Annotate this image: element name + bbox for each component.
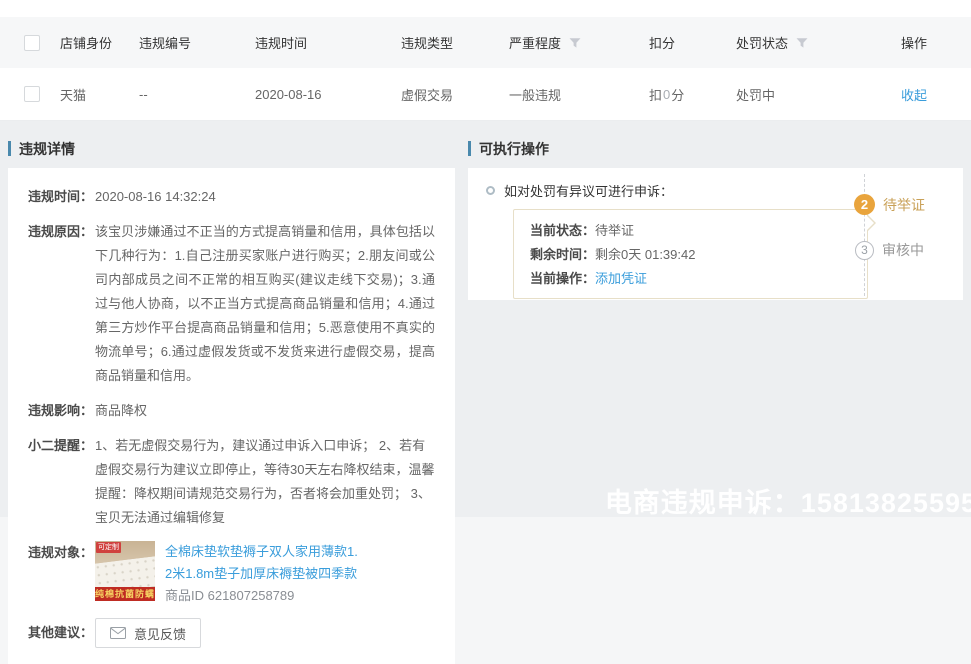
reminder-value: 1、若无虚假交易行为，建议通过申诉入口申诉； 2、若有虚假交易行为建议立即停止，… xyxy=(95,434,435,530)
title-accent-bar xyxy=(468,141,471,156)
current-status-label: 当前状态： xyxy=(530,219,595,243)
current-action-line: 当前操作： 添加凭证 xyxy=(530,267,867,291)
row-shop-identity: 天猫 xyxy=(60,85,139,104)
impact-label: 违规影响： xyxy=(28,399,95,423)
product-image[interactable]: 可定制 纯棉抗菌防螨 xyxy=(95,541,155,601)
title-accent-bar xyxy=(8,141,11,156)
impact-value: 商品降权 xyxy=(95,399,435,423)
page: 店铺身份 违规编号 违规时间 违规类型 严重程度 扣分 处罚状态 操作 天猫 xyxy=(0,0,971,536)
current-action-label: 当前操作： xyxy=(530,267,595,291)
time-value: 2020-08-16 14:32:24 xyxy=(95,185,435,209)
header-deduction: 扣分 xyxy=(649,33,736,52)
step-3-circle: 3 xyxy=(855,241,874,260)
product-badge-bottom: 纯棉抗菌防螨 xyxy=(95,587,155,601)
detail-row-impact: 违规影响： 商品降权 xyxy=(28,399,435,423)
reminder-label: 小二提醒： xyxy=(28,434,95,530)
deduction-value: 0 xyxy=(662,87,671,102)
add-evidence-link[interactable]: 添加凭证 xyxy=(595,267,647,291)
product-info: 全棉床垫软垫褥子双人家用薄款1. 2米1.8m垫子加厚床褥垫被四季款 商品ID 6… xyxy=(165,541,358,607)
header-severity: 严重程度 xyxy=(509,33,561,52)
severity-filter-icon[interactable] xyxy=(569,37,581,49)
violation-details-panel: 违规详情 违规时间： 2020-08-16 14:32:24 违规原因： 该宝贝… xyxy=(8,140,455,664)
header-penalty-status-cell: 处罚状态 xyxy=(736,33,879,52)
row-checkbox[interactable] xyxy=(24,86,40,102)
violation-object: 可定制 纯棉抗菌防螨 全棉床垫软垫褥子双人家用薄款1. 2米1.8m垫子加厚床褥垫… xyxy=(95,541,435,607)
row-severity: 一般违规 xyxy=(509,85,649,104)
product-badge-top: 可定制 xyxy=(96,542,121,553)
step-2-label: 待举证 xyxy=(883,195,925,215)
executable-actions-box: 如对处罚有异议可进行申诉： 当前状态： 待举证 剩余时间： 剩余0天 01:39… xyxy=(468,168,963,300)
step-3-label: 审核中 xyxy=(882,240,924,260)
current-status-value: 待举证 xyxy=(595,219,634,243)
product-title-line1: 全棉床垫软垫褥子双人家用薄款1. xyxy=(165,544,358,559)
violation-details-title-text: 违规详情 xyxy=(19,139,75,159)
header-action: 操作 xyxy=(879,33,971,52)
object-label: 违规对象： xyxy=(28,541,95,607)
detail-row-time: 违规时间： 2020-08-16 14:32:24 xyxy=(28,185,435,209)
reason-value: 该宝贝涉嫌通过不正当的方式提高销量和信用，具体包括以下几种行为：1.自己注册买家… xyxy=(95,220,435,388)
detail-row-suggestion: 其他建议： 意见反馈 xyxy=(28,618,435,648)
executable-actions-title-text: 可执行操作 xyxy=(479,139,549,159)
reason-label: 违规原因： xyxy=(28,220,95,388)
row-penalty-status: 处罚中 xyxy=(736,85,879,104)
product-title-link[interactable]: 全棉床垫软垫褥子双人家用薄款1. 2米1.8m垫子加厚床褥垫被四季款 xyxy=(165,541,358,585)
remaining-time-label: 剩余时间： xyxy=(530,243,595,267)
remaining-time-value: 剩余0天 01:39:42 xyxy=(595,243,695,267)
detail-row-reason: 违规原因： 该宝贝涉嫌通过不正当的方式提高销量和信用，具体包括以下几种行为：1.… xyxy=(28,220,435,388)
appeal-hint-text: 如对处罚有异议可进行申诉： xyxy=(504,181,673,200)
collapse-link[interactable]: 收起 xyxy=(901,85,927,104)
executable-actions-title: 可执行操作 xyxy=(468,140,963,157)
header-shop-identity: 店铺身份 xyxy=(60,33,139,52)
detail-row-reminder: 小二提醒： 1、若无虚假交易行为，建议通过申诉入口申诉； 2、若有虚假交易行为建… xyxy=(28,434,435,530)
penalty-status-filter-icon[interactable] xyxy=(796,37,808,49)
header-violation-time: 违规时间 xyxy=(255,33,401,52)
appeal-timeline: 2 待举证 3 审核中 xyxy=(854,174,954,296)
suggestion-value: 意见反馈 xyxy=(95,618,435,648)
header-severity-cell: 严重程度 xyxy=(509,33,649,52)
deduction-suffix: 分 xyxy=(671,85,684,104)
timeline-step-awaiting-evidence: 2 待举证 xyxy=(854,194,925,215)
row-violation-no: -- xyxy=(139,87,255,102)
header-violation-type: 违规类型 xyxy=(401,33,509,52)
timeline-step-under-review: 3 审核中 xyxy=(855,240,924,260)
violation-details-box: 违规时间： 2020-08-16 14:32:24 违规原因： 该宝贝涉嫌通过不… xyxy=(8,168,455,664)
product-id: 商品ID 621807258789 xyxy=(165,588,294,603)
time-label: 违规时间： xyxy=(28,185,95,209)
violation-details-title: 违规详情 xyxy=(8,140,455,157)
row-violation-type: 虚假交易 xyxy=(401,85,509,104)
product-title-line2: 2米1.8m垫子加厚床褥垫被四季款 xyxy=(165,566,357,581)
remaining-time-line: 剩余时间： 剩余0天 01:39:42 xyxy=(530,243,867,267)
step-2-circle: 2 xyxy=(854,194,875,215)
feedback-button-label: 意见反馈 xyxy=(134,624,186,643)
executable-actions-panel: 可执行操作 如对处罚有异议可进行申诉： 当前状态： 待举证 剩余时间： 剩余0天… xyxy=(468,140,963,300)
detail-row-object: 违规对象： 可定制 纯棉抗菌防螨 全棉床垫软垫褥子双人家用薄款1. 2米1.8m垫… xyxy=(28,541,435,607)
row-violation-time: 2020-08-16 xyxy=(255,87,401,102)
timeline-dashed-line xyxy=(864,174,865,296)
feedback-button[interactable]: 意见反馈 xyxy=(95,618,201,648)
watermark-text: 电商违规申诉：15813825595 xyxy=(605,481,971,520)
table-header-row: 店铺身份 违规编号 违规时间 违规类型 严重程度 扣分 处罚状态 操作 xyxy=(0,17,971,68)
table-row: 天猫 -- 2020-08-16 虚假交易 一般违规 扣0分 处罚中 收起 xyxy=(0,68,971,121)
suggestion-label: 其他建议： xyxy=(28,618,95,648)
row-deduction: 扣0分 xyxy=(649,85,736,104)
violation-table: 店铺身份 违规编号 违规时间 违规类型 严重程度 扣分 处罚状态 操作 天猫 xyxy=(0,0,971,121)
status-bubble: 当前状态： 待举证 剩余时间： 剩余0天 01:39:42 当前操作： 添加凭证 xyxy=(513,209,868,299)
header-violation-no: 违规编号 xyxy=(139,33,255,52)
radio-dot-icon xyxy=(486,186,495,195)
select-all-checkbox[interactable] xyxy=(24,35,40,51)
header-penalty-status: 处罚状态 xyxy=(736,33,788,52)
current-status-line: 当前状态： 待举证 xyxy=(530,219,867,243)
envelope-icon xyxy=(110,627,126,639)
deduction-prefix: 扣 xyxy=(649,85,662,104)
